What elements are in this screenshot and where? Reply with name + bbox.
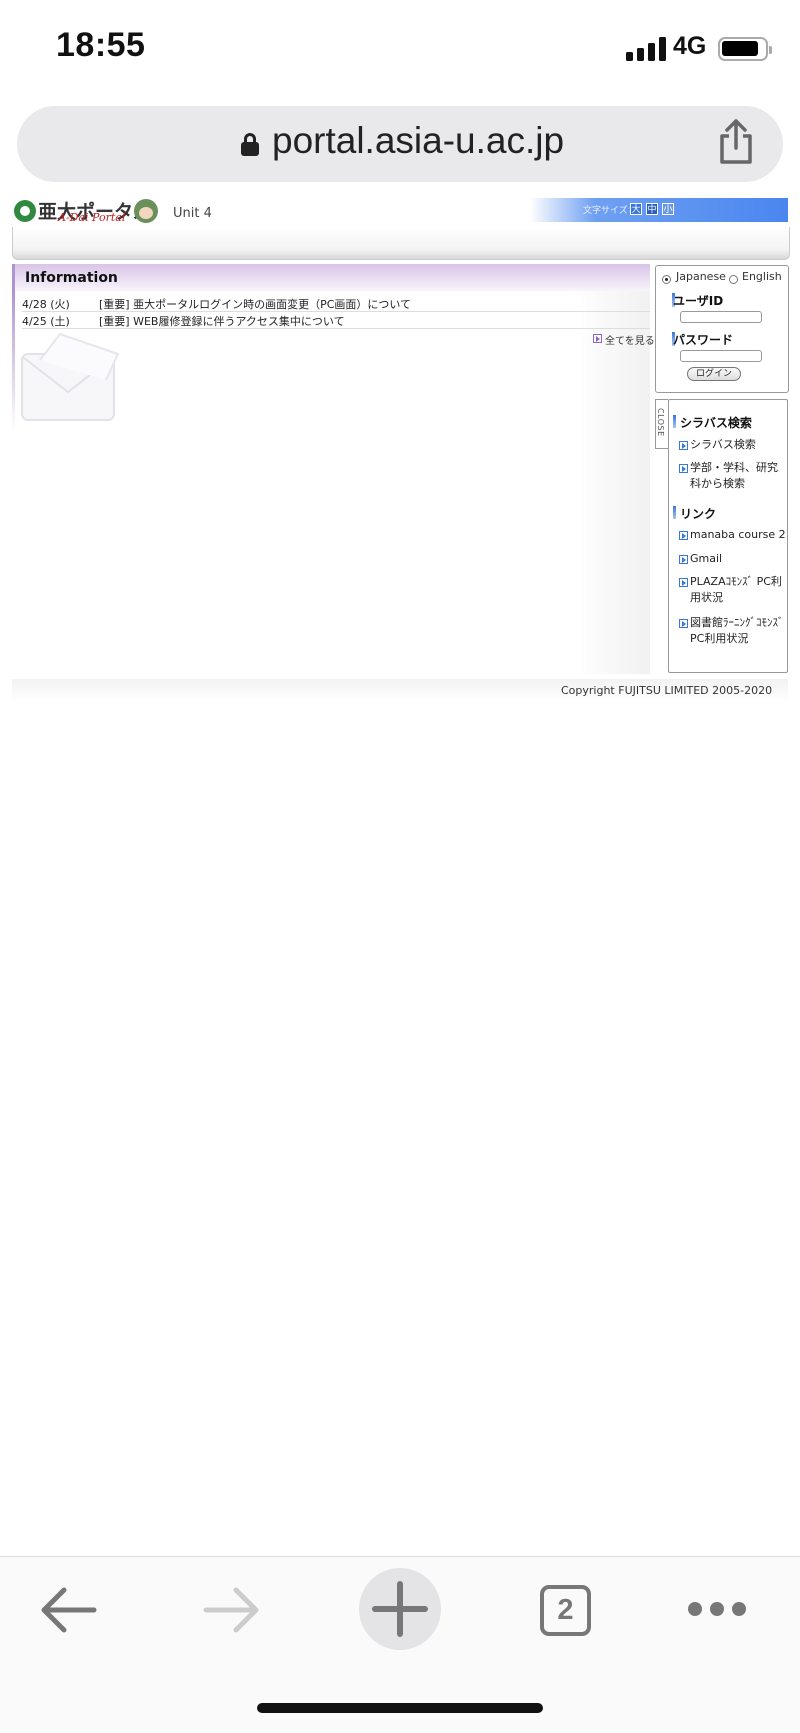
font-size-bar — [530, 198, 788, 222]
info-item[interactable]: 4/28 (火) [重要] 亜大ポータルログイン時の画面変更（PC画面）について — [22, 295, 650, 312]
library-commons-link[interactable]: 図書館ﾗｰﾆﾝｸﾞｺﾓﾝｽﾞ PC利用状況 — [690, 615, 788, 647]
syllabus-search-link[interactable]: シラバス検索 — [690, 437, 788, 453]
link-arrow-icon[interactable] — [679, 578, 688, 587]
links-title: リンク — [680, 507, 717, 521]
info-date: 4/25 (土) — [22, 315, 70, 328]
font-size-small-button[interactable]: 小 — [662, 203, 674, 215]
link-arrow-icon[interactable] — [679, 464, 688, 473]
top-frame — [12, 227, 790, 260]
signal-icon — [626, 37, 666, 61]
close-tab-label[interactable]: CLOSE — [656, 408, 665, 437]
info-accent-bar — [12, 291, 15, 431]
font-size-large-button[interactable]: 大 — [630, 203, 642, 215]
section-marker — [673, 415, 676, 428]
back-arrow-icon[interactable] — [36, 1578, 102, 1642]
japanese-label[interactable]: Japanese — [676, 270, 726, 283]
gmail-link[interactable]: Gmail — [690, 551, 788, 567]
login-button[interactable]: ログイン — [687, 367, 741, 381]
password-input[interactable] — [680, 350, 762, 362]
section-marker — [673, 506, 676, 519]
font-size-medium-button[interactable]: 中 — [646, 203, 658, 215]
manaba-link[interactable]: manaba course 2 — [690, 527, 788, 543]
url-text[interactable]: portal.asia-u.ac.jp — [272, 120, 564, 162]
lock-icon — [241, 133, 259, 156]
unit-label: Unit 4 — [173, 206, 212, 221]
battery-icon — [718, 37, 772, 61]
info-date: 4/28 (火) — [22, 298, 70, 311]
share-icon[interactable] — [716, 118, 756, 166]
password-label: パスワード — [673, 333, 734, 347]
faculty-search-link[interactable]: 学部・学科、研究科から検索 — [690, 460, 788, 492]
japanese-radio[interactable] — [662, 275, 671, 284]
copyright-text: Copyright FUJITSU LIMITED 2005-2020 — [561, 684, 773, 697]
english-radio[interactable] — [729, 275, 738, 284]
info-link[interactable]: [重要] WEB履修登録に伴うアクセス集中について — [99, 313, 345, 329]
link-arrow-icon[interactable] — [679, 441, 688, 450]
status-bar: 18:55 4G — [0, 0, 800, 100]
portal-logo[interactable]: 亜大ポータル A-Dai Portal — [14, 198, 160, 226]
network-label: 4G — [673, 32, 707, 60]
link-arrow-icon[interactable] — [679, 555, 688, 564]
link-arrow-icon[interactable] — [679, 619, 688, 628]
mascot-icon — [134, 199, 158, 223]
envelope-icon — [20, 332, 120, 424]
tabs-button[interactable]: 2 — [540, 1585, 591, 1636]
status-time: 18:55 — [56, 26, 146, 64]
font-size-label: 文字サイズ — [583, 206, 628, 216]
info-item[interactable]: 4/25 (土) [重要] WEB履修登録に伴うアクセス集中について — [22, 312, 650, 329]
home-indicator[interactable] — [257, 1703, 543, 1713]
plus-icon — [372, 1581, 428, 1637]
information-title: Information — [25, 270, 118, 286]
see-all-arrow-icon[interactable] — [593, 334, 602, 343]
forward-arrow-icon[interactable] — [198, 1578, 264, 1642]
link-arrow-icon[interactable] — [679, 531, 688, 540]
logo-a-icon — [14, 200, 36, 222]
see-all-link[interactable]: 全てを見る — [605, 332, 655, 347]
new-tab-button[interactable] — [359, 1568, 441, 1650]
info-link[interactable]: [重要] 亜大ポータルログイン時の画面変更（PC画面）について — [99, 296, 411, 312]
english-label[interactable]: English — [742, 270, 782, 283]
more-dots-icon[interactable] — [686, 1596, 748, 1622]
user-id-label: ユーザID — [673, 294, 724, 308]
logo-subtitle: A-Dai Portal — [58, 211, 126, 224]
syllabus-title: シラバス検索 — [680, 416, 752, 430]
user-id-input[interactable] — [680, 311, 762, 323]
plaza-commons-link[interactable]: PLAZAｺﾓﾝｽﾞ PC利用状況 — [690, 574, 788, 606]
